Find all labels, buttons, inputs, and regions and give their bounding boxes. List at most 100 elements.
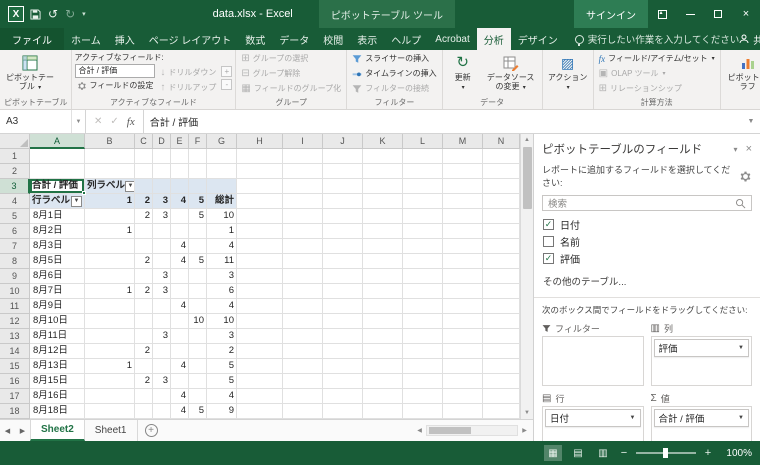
cell-A9[interactable]: 8月6日 <box>30 269 85 284</box>
cell-B14[interactable] <box>85 344 135 359</box>
cell-F14[interactable] <box>189 344 207 359</box>
cell-B10[interactable]: 1 <box>85 284 135 299</box>
cell-K17[interactable] <box>363 389 403 404</box>
cell-N11[interactable] <box>483 299 520 314</box>
cell-K10[interactable] <box>363 284 403 299</box>
tab-help[interactable]: ヘルプ <box>384 28 428 50</box>
page-break-view-icon[interactable]: ▥ <box>594 445 612 461</box>
cell-A10[interactable]: 8月7日 <box>30 284 85 299</box>
enter-icon[interactable]: ✓ <box>110 116 118 127</box>
cell-B2[interactable] <box>85 164 135 179</box>
cell-J10[interactable] <box>323 284 363 299</box>
cell-N17[interactable] <box>483 389 520 404</box>
cancel-icon[interactable]: ✕ <box>94 116 102 127</box>
cell-M4[interactable] <box>443 194 483 209</box>
cell-J18[interactable] <box>323 404 363 419</box>
column-labels-filter-dropdown[interactable]: ▼ <box>125 180 134 192</box>
cell-M10[interactable] <box>443 284 483 299</box>
cell-J7[interactable] <box>323 239 363 254</box>
field-item-日付[interactable]: ✓ 日付 <box>534 216 760 233</box>
cell-H1[interactable] <box>237 149 283 164</box>
row-header-14[interactable]: 14 <box>0 344 30 359</box>
sign-in-button[interactable]: サインイン <box>574 0 648 28</box>
cell-F18[interactable]: 5 <box>189 404 207 419</box>
cell-I7[interactable] <box>283 239 323 254</box>
cell-H17[interactable] <box>237 389 283 404</box>
cell-N10[interactable] <box>483 284 520 299</box>
cell-L10[interactable] <box>403 284 443 299</box>
save-icon[interactable] <box>30 8 41 20</box>
cell-J14[interactable] <box>323 344 363 359</box>
cell-L15[interactable] <box>403 359 443 374</box>
cell-K5[interactable] <box>363 209 403 224</box>
zoom-slider-thumb[interactable] <box>663 448 668 458</box>
new-sheet-icon[interactable]: + <box>144 424 158 437</box>
cell-K15[interactable] <box>363 359 403 374</box>
column-header-K[interactable]: K <box>363 134 403 149</box>
tab-acrobat[interactable]: Acrobat <box>428 28 476 50</box>
cell-A1[interactable] <box>30 149 85 164</box>
cell-H4[interactable] <box>237 194 283 209</box>
column-header-I[interactable]: I <box>283 134 323 149</box>
cell-F10[interactable] <box>189 284 207 299</box>
tab-design[interactable]: デザイン <box>511 28 565 50</box>
cell-K2[interactable] <box>363 164 403 179</box>
cell-C6[interactable] <box>135 224 153 239</box>
cell-B4[interactable]: 1 <box>85 194 135 209</box>
cell-H7[interactable] <box>237 239 283 254</box>
cell-M18[interactable] <box>443 404 483 419</box>
tools-gear-icon[interactable] <box>739 170 752 183</box>
cell-L4[interactable] <box>403 194 443 209</box>
cell-N13[interactable] <box>483 329 520 344</box>
column-header-D[interactable]: D <box>153 134 171 149</box>
insert-function-icon[interactable]: fx <box>127 116 135 128</box>
cell-G14[interactable]: 2 <box>207 344 237 359</box>
cell-D2[interactable] <box>153 164 171 179</box>
cell-B18[interactable] <box>85 404 135 419</box>
cell-L2[interactable] <box>403 164 443 179</box>
cell-L14[interactable] <box>403 344 443 359</box>
cell-N14[interactable] <box>483 344 520 359</box>
cell-H15[interactable] <box>237 359 283 374</box>
cell-L18[interactable] <box>403 404 443 419</box>
cell-C7[interactable] <box>135 239 153 254</box>
cell-B17[interactable] <box>85 389 135 404</box>
row-header-7[interactable]: 7 <box>0 239 30 254</box>
cell-M2[interactable] <box>443 164 483 179</box>
cell-L11[interactable] <box>403 299 443 314</box>
row-header-1[interactable]: 1 <box>0 149 30 164</box>
cell-M11[interactable] <box>443 299 483 314</box>
cell-A17[interactable]: 8月16日 <box>30 389 85 404</box>
close-button[interactable]: × <box>732 0 760 28</box>
cell-F1[interactable] <box>189 149 207 164</box>
field-item-評価[interactable]: ✓ 評価 <box>534 250 760 267</box>
column-header-J[interactable]: J <box>323 134 363 149</box>
cell-I13[interactable] <box>283 329 323 344</box>
cell-A15[interactable]: 8月13日 <box>30 359 85 374</box>
cell-G8[interactable]: 11 <box>207 254 237 269</box>
cell-H18[interactable] <box>237 404 283 419</box>
cell-E11[interactable]: 4 <box>171 299 189 314</box>
actions-button[interactable]: ▨ アクション ▾ <box>546 51 590 97</box>
cell-E7[interactable]: 4 <box>171 239 189 254</box>
row-header-10[interactable]: 10 <box>0 284 30 299</box>
cell-K8[interactable] <box>363 254 403 269</box>
row-header-3[interactable]: 3 <box>0 179 30 194</box>
cell-N7[interactable] <box>483 239 520 254</box>
cell-L12[interactable] <box>403 314 443 329</box>
minimize-button[interactable] <box>676 0 704 28</box>
pivotchart-button[interactable]: ピボットグラフ <box>724 51 760 97</box>
cell-G12[interactable]: 10 <box>207 314 237 329</box>
cell-F6[interactable] <box>189 224 207 239</box>
group-field-button[interactable]: ▦ フィールドのグループ化 <box>239 81 343 96</box>
cell-F13[interactable] <box>189 329 207 344</box>
expand-field-button[interactable]: + <box>221 66 233 77</box>
cell-J8[interactable] <box>323 254 363 269</box>
cell-G11[interactable]: 4 <box>207 299 237 314</box>
cell-G7[interactable]: 4 <box>207 239 237 254</box>
tab-insert[interactable]: 挿入 <box>108 28 142 50</box>
cell-B6[interactable]: 1 <box>85 224 135 239</box>
cell-E18[interactable]: 4 <box>171 404 189 419</box>
row-labels-filter-dropdown[interactable]: ▼ <box>71 195 82 207</box>
cell-D9[interactable]: 3 <box>153 269 171 284</box>
